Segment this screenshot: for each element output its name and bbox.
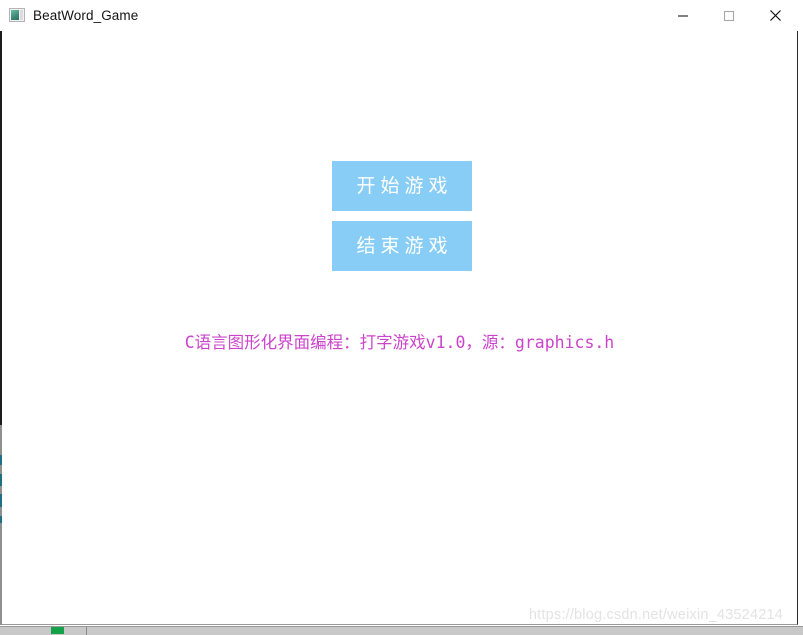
game-canvas: 开始游戏 结束游戏 C语言图形化界面编程：打字游戏v1.0，源：graphics… [2, 31, 797, 624]
csdn-watermark: https://blog.csdn.net/weixin_43524214 [528, 607, 783, 623]
minimize-icon [677, 10, 689, 22]
taskbar[interactable] [0, 626, 803, 635]
desktop-backdrop: BeatWord_Game 开始游戏 结束游戏 C语言图形化界面编程：打字游戏v… [0, 0, 803, 635]
credit-text: C语言图形化界面编程：打字游戏v1.0，源：graphics.h [184, 333, 615, 352]
app-window-icon-tile [11, 9, 19, 20]
end-game-button[interactable]: 结束游戏 [332, 221, 472, 271]
taskbar-green-tile-icon[interactable] [51, 627, 64, 634]
taskbar-divider [86, 627, 87, 635]
close-icon [769, 9, 782, 22]
window-controls [660, 0, 798, 31]
start-game-button[interactable]: 开始游戏 [332, 161, 472, 211]
maximize-icon [723, 10, 735, 22]
title-bar[interactable]: BeatWord_Game [0, 0, 798, 31]
app-window-icon [9, 7, 25, 24]
app-window-icon-bar [20, 9, 23, 20]
minimize-button[interactable] [660, 0, 706, 31]
window-title: BeatWord_Game [33, 8, 139, 23]
maximize-button[interactable] [706, 0, 752, 31]
application-window: BeatWord_Game 开始游戏 结束游戏 C语言图形化界面编程：打字游戏v… [0, 0, 798, 625]
close-button[interactable] [752, 0, 798, 31]
